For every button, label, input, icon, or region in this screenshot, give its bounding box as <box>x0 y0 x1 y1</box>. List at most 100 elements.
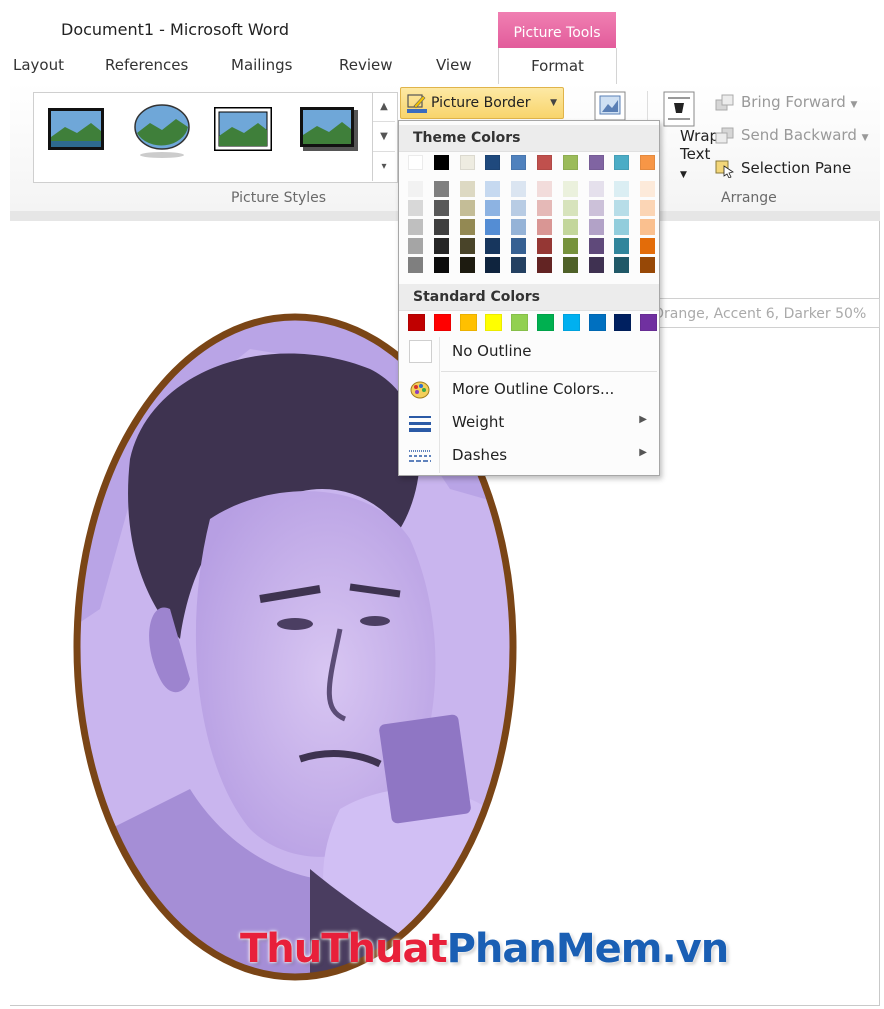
color-tooltip: Orange, Accent 6, Darker 50% <box>646 298 880 328</box>
bring-forward-button[interactable]: Bring Forward ▼ <box>715 93 857 112</box>
theme-shade-swatch[interactable] <box>588 181 604 197</box>
standard-color-swatch[interactable] <box>433 314 451 331</box>
standard-color-swatch[interactable] <box>537 314 554 331</box>
theme-shade-swatch[interactable] <box>640 219 656 235</box>
theme-color-swatch[interactable] <box>614 155 630 170</box>
picture-style-simple-frame[interactable] <box>47 107 105 151</box>
theme-shade-swatch[interactable] <box>562 181 578 197</box>
standard-color-swatch[interactable] <box>588 314 606 331</box>
gallery-scroll-up-icon[interactable]: ▲ <box>373 92 395 122</box>
standard-color-swatch[interactable] <box>614 314 632 331</box>
theme-shade-swatch[interactable] <box>562 219 578 235</box>
theme-shade-swatch[interactable] <box>562 200 578 216</box>
theme-shade-swatch[interactable] <box>459 181 475 197</box>
selection-pane-button[interactable]: Selection Pane <box>715 159 851 178</box>
theme-shade-swatch[interactable] <box>588 257 604 273</box>
theme-color-swatch[interactable] <box>433 155 449 170</box>
send-backward-button[interactable]: Send Backward ▼ <box>715 126 869 145</box>
theme-shade-swatch[interactable] <box>433 257 449 273</box>
theme-shade-swatch[interactable] <box>459 200 475 216</box>
tab-references[interactable]: References <box>105 56 188 74</box>
theme-shade-swatch[interactable] <box>511 238 527 254</box>
theme-shade-swatch[interactable] <box>511 257 527 273</box>
theme-shade-swatch[interactable] <box>614 219 630 235</box>
standard-color-swatch[interactable] <box>640 314 658 331</box>
theme-shade-swatch[interactable] <box>433 200 449 216</box>
theme-shade-swatch[interactable] <box>511 181 527 197</box>
theme-shade-swatch[interactable] <box>537 238 552 254</box>
standard-color-swatch[interactable] <box>511 314 529 331</box>
no-outline-item[interactable]: No Outline <box>399 337 659 367</box>
theme-shade-swatch[interactable] <box>408 257 423 273</box>
theme-color-swatch[interactable] <box>408 155 423 170</box>
theme-shade-swatch[interactable] <box>640 200 656 216</box>
standard-color-swatch[interactable] <box>562 314 580 331</box>
theme-shade-swatch[interactable] <box>408 238 423 254</box>
tab-layout[interactable]: Layout <box>13 56 64 74</box>
theme-shade-swatch[interactable] <box>537 219 552 235</box>
theme-shade-swatch[interactable] <box>459 219 475 235</box>
theme-color-swatch[interactable] <box>537 155 552 170</box>
theme-shade-swatch[interactable] <box>614 181 630 197</box>
gallery-more-icon[interactable]: ▾ <box>373 152 395 181</box>
theme-shade-swatch[interactable] <box>433 238 449 254</box>
theme-shade-swatch[interactable] <box>459 257 475 273</box>
theme-shade-swatch[interactable] <box>588 219 604 235</box>
tab-format[interactable]: Format <box>498 48 617 84</box>
theme-colors-header: Theme Colors <box>399 125 659 152</box>
theme-shade-swatch[interactable] <box>614 200 630 216</box>
picture-effects-icon[interactable] <box>593 90 627 122</box>
theme-shade-swatch[interactable] <box>485 238 501 254</box>
picture-style-oval[interactable] <box>132 103 192 159</box>
theme-shade-swatch[interactable] <box>640 181 656 197</box>
theme-shade-swatch[interactable] <box>408 181 423 197</box>
standard-color-swatch[interactable] <box>408 314 425 331</box>
theme-shade-swatch[interactable] <box>537 257 552 273</box>
theme-shade-swatch[interactable] <box>562 257 578 273</box>
weight-item[interactable]: Weight ▶ <box>399 408 659 438</box>
tab-view[interactable]: View <box>436 56 472 74</box>
theme-shade-swatch[interactable] <box>485 181 501 197</box>
theme-shade-swatch[interactable] <box>511 200 527 216</box>
theme-shade-swatch[interactable] <box>459 238 475 254</box>
wrap-text-button[interactable]: Wrap Text ▼ <box>658 91 719 181</box>
theme-color-swatch[interactable] <box>588 155 604 170</box>
theme-color-swatch[interactable] <box>485 155 501 170</box>
theme-color-swatch[interactable] <box>640 155 656 170</box>
theme-shade-swatch[interactable] <box>485 200 501 216</box>
standard-color-swatch[interactable] <box>485 314 503 331</box>
tab-mailings[interactable]: Mailings <box>231 56 292 74</box>
window-title: Document1 - Microsoft Word <box>61 20 290 39</box>
standard-color-swatch[interactable] <box>459 314 477 331</box>
theme-shade-swatch[interactable] <box>537 200 552 216</box>
theme-color-swatch[interactable] <box>459 155 475 170</box>
tab-review[interactable]: Review <box>339 56 393 74</box>
theme-color-swatch[interactable] <box>562 155 578 170</box>
theme-shade-swatch[interactable] <box>511 219 527 235</box>
picture-style-double-frame[interactable] <box>214 107 272 151</box>
theme-color-swatch[interactable] <box>511 155 527 170</box>
theme-shade-swatch[interactable] <box>588 200 604 216</box>
theme-shade-swatch[interactable] <box>640 257 656 273</box>
theme-shade-swatch[interactable] <box>408 200 423 216</box>
theme-shade-swatch[interactable] <box>614 238 630 254</box>
theme-shade-swatch[interactable] <box>433 181 449 197</box>
theme-shade-swatch[interactable] <box>537 181 552 197</box>
gallery-scroll-down-icon[interactable]: ▼ <box>373 122 395 152</box>
theme-shade-swatch[interactable] <box>614 257 630 273</box>
theme-shade-swatch[interactable] <box>562 238 578 254</box>
theme-shade-swatch[interactable] <box>433 219 449 235</box>
picture-style-shadow[interactable] <box>300 107 358 151</box>
theme-shade-swatch[interactable] <box>485 257 501 273</box>
theme-shade-swatch[interactable] <box>485 219 501 235</box>
more-outline-colors-item[interactable]: More Outline Colors... <box>399 375 659 405</box>
theme-shade-swatch[interactable] <box>640 238 656 254</box>
gallery-scrollbar[interactable]: ▲ ▼ ▾ <box>372 92 395 181</box>
theme-shade-swatch[interactable] <box>408 219 423 235</box>
no-outline-icon <box>409 340 432 363</box>
selection-pane-icon <box>715 160 734 178</box>
picture-border-button[interactable]: Picture Border ▼ <box>400 87 564 119</box>
theme-shade-swatch[interactable] <box>588 238 604 254</box>
dashes-item[interactable]: Dashes ▶ <box>399 441 659 471</box>
bring-forward-label: Bring Forward <box>741 93 846 111</box>
